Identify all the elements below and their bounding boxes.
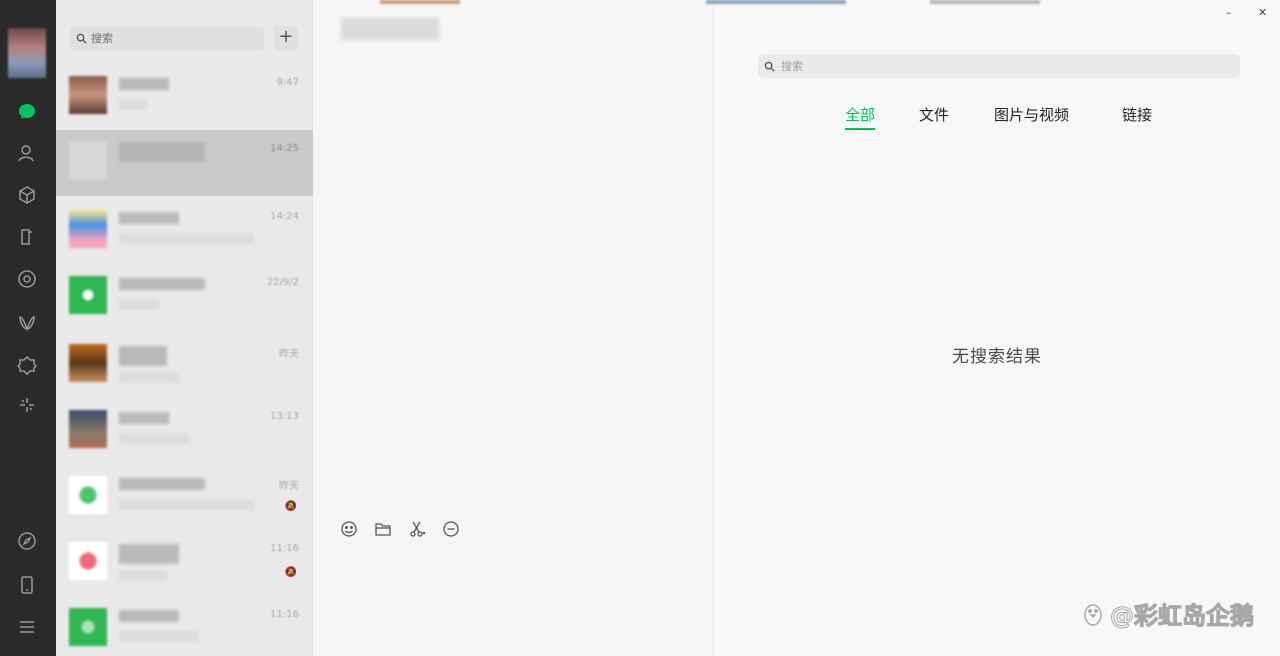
chat-list-item[interactable]: 13:13: [56, 398, 313, 464]
moments-icon[interactable]: [16, 268, 38, 290]
minimize-button[interactable]: –: [1226, 6, 1232, 19]
contact-avatar: [69, 276, 107, 314]
search-icon: [764, 61, 775, 72]
chat-list-item[interactable]: 14:24: [56, 198, 313, 264]
watermark-text: @彩虹岛企鹅: [1110, 602, 1255, 631]
message-preview-blurred: [119, 99, 147, 110]
tab-images-videos[interactable]: 图片与视频: [994, 104, 1069, 125]
contact-name-blurred: [119, 610, 179, 622]
chat-list-item[interactable]: 昨天: [56, 332, 313, 398]
scissors-icon[interactable]: [407, 519, 427, 539]
chat-list-item[interactable]: 9:47: [56, 64, 313, 130]
message-preview-blurred: [119, 570, 167, 581]
cube-icon[interactable]: [16, 184, 38, 206]
contact-avatar: [69, 76, 107, 114]
contact-avatar: [69, 210, 107, 248]
contact-name-blurred: [119, 278, 205, 290]
contact-avatar: [69, 542, 107, 580]
top-blur-strip: [706, 0, 846, 4]
chat-title-blurred: [341, 18, 439, 40]
contact-avatar: [69, 344, 107, 382]
contact-name-blurred: [119, 346, 167, 366]
chat-list-item[interactable]: 11:16 🔕: [56, 530, 313, 596]
chat-list-item[interactable]: 昨天 🔕: [56, 464, 313, 530]
search-icon: [76, 33, 87, 44]
app-window: 搜索 + 9:47 14:25 14:24 22/9/2 昨天 13:13 昨天…: [0, 0, 1280, 656]
contact-avatar: [69, 476, 107, 514]
chat-time: 9:47: [276, 77, 299, 88]
chat-list-search[interactable]: 搜索: [70, 26, 264, 50]
contact-name-blurred: [119, 478, 205, 490]
tab-files[interactable]: 文件: [919, 104, 949, 125]
chat-list-panel: 搜索 + 9:47 14:25 14:24 22/9/2 昨天 13:13 昨天…: [56, 0, 313, 656]
chat-time: 22/9/2: [266, 277, 299, 288]
search-placeholder: 搜索: [781, 60, 803, 73]
chat-time: 11:16: [270, 609, 299, 620]
contact-avatar: [69, 410, 107, 448]
message-preview-blurred: [119, 631, 199, 642]
chat-area: [313, 0, 714, 656]
contact-name-blurred: [119, 142, 205, 162]
search-placeholder: 搜索: [91, 32, 113, 45]
sparkle-icon[interactable]: [16, 394, 38, 416]
top-blur-strip: [380, 0, 460, 4]
close-button[interactable]: ✕: [1258, 6, 1267, 19]
contact-name-blurred: [119, 78, 169, 90]
folder-icon[interactable]: [16, 226, 38, 248]
contact-avatar: [69, 608, 107, 646]
contact-name-blurred: [119, 412, 169, 424]
chat-icon[interactable]: [16, 100, 38, 122]
user-avatar[interactable]: [8, 28, 46, 78]
folder-icon[interactable]: [373, 519, 393, 539]
chat-history-icon[interactable]: [441, 519, 461, 539]
add-button[interactable]: +: [274, 26, 298, 50]
chat-time: 14:25: [270, 143, 299, 154]
contact-avatar: [69, 142, 107, 180]
mini-programs-icon[interactable]: [16, 354, 38, 376]
mute-bell-icon: 🔕: [284, 501, 297, 512]
watermark: @彩虹岛企鹅: [1080, 596, 1255, 631]
chat-time: 11:16: [270, 543, 299, 554]
contact-name-blurred: [119, 212, 179, 224]
empty-state-text: 无搜索结果: [952, 347, 1042, 367]
message-preview-blurred: [119, 299, 159, 310]
penguin-logo-icon: [1084, 603, 1102, 626]
search-tabs: 全部 文件 图片与视频 链接: [714, 104, 1280, 134]
chat-list-item[interactable]: 22/9/2: [56, 264, 313, 330]
emoji-icon[interactable]: [339, 519, 359, 539]
message-preview-blurred: [119, 372, 179, 383]
pane-search-input[interactable]: 搜索: [758, 54, 1240, 78]
chat-time: 13:13: [270, 411, 299, 422]
top-blur-strip: [930, 0, 1040, 4]
phone-icon[interactable]: [16, 574, 38, 596]
menu-icon[interactable]: [16, 616, 38, 638]
chat-time: 昨天: [279, 349, 299, 360]
chat-list-item[interactable]: 11:16: [56, 596, 313, 656]
chat-list-item-selected[interactable]: 14:25: [56, 130, 313, 196]
nav-rail: [0, 0, 56, 656]
channels-icon[interactable]: [16, 312, 38, 334]
message-preview-blurred: [119, 233, 254, 244]
chat-time: 昨天: [279, 481, 299, 492]
tab-all[interactable]: 全部: [845, 104, 876, 130]
chat-time: 14:24: [270, 211, 299, 222]
message-preview-blurred: [119, 433, 189, 444]
input-toolbar: [339, 519, 461, 539]
message-preview-blurred: [119, 499, 254, 510]
chat-search-pane: – ✕ 搜索 全部 文件 图片与视频 链接 无搜索结果 @彩虹岛企鹅: [714, 0, 1280, 656]
compass-icon[interactable]: [16, 530, 38, 552]
mute-bell-icon: 🔕: [284, 567, 297, 578]
contacts-icon[interactable]: [16, 142, 38, 164]
contact-name-blurred: [119, 544, 179, 564]
tab-links[interactable]: 链接: [1122, 104, 1152, 125]
